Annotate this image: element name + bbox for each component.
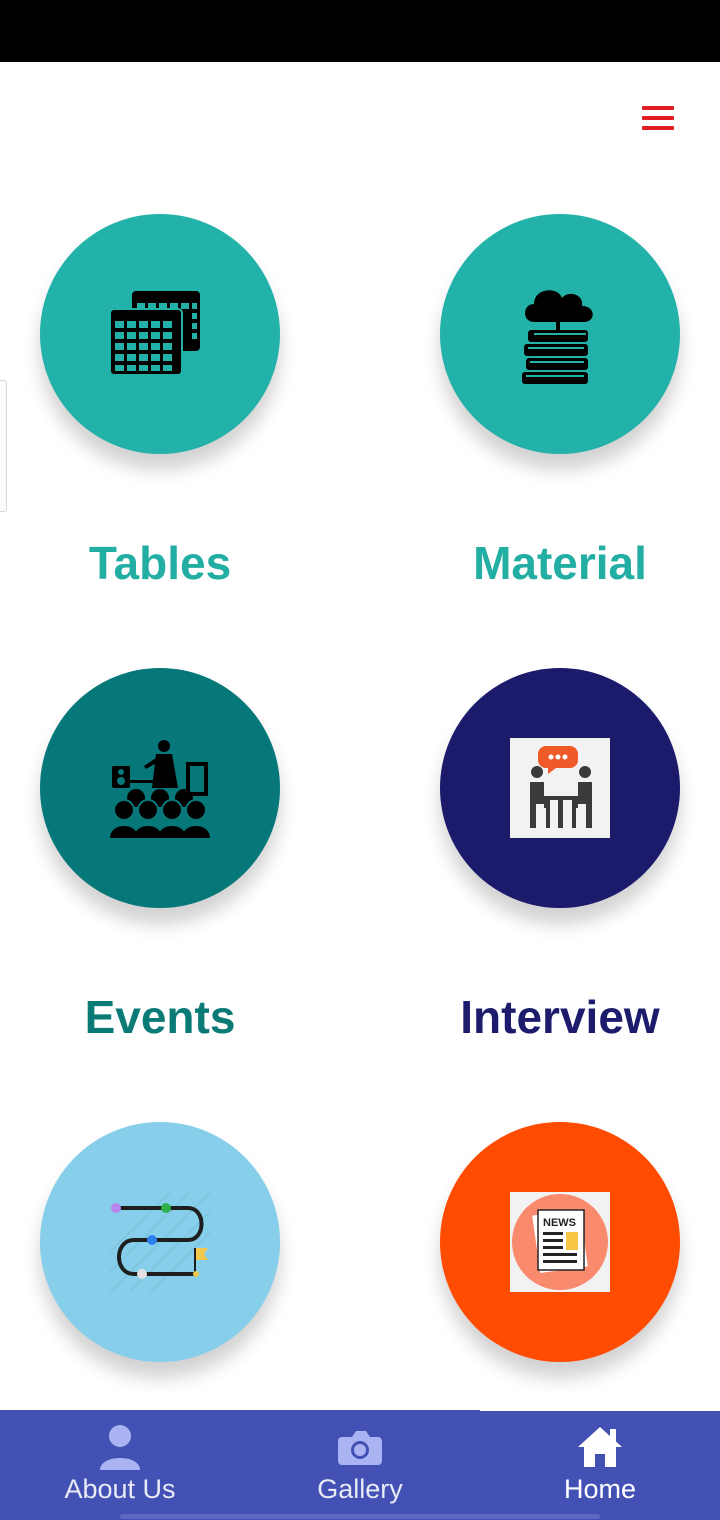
- presentation-audience-icon: [110, 740, 210, 838]
- tile-events[interactable]: Events: [40, 668, 280, 1043]
- nav-about-us[interactable]: About Us: [0, 1410, 240, 1520]
- roadmap-circle: [40, 1122, 280, 1362]
- bottom-navigation: About Us Gallery Home: [0, 1410, 720, 1520]
- news-circle: NEWS: [440, 1122, 680, 1362]
- nav-label: Gallery: [317, 1474, 403, 1504]
- nav-label: Home: [563, 1474, 637, 1504]
- interview-icon: [510, 738, 610, 838]
- material-circle: [440, 214, 680, 454]
- roadmap-icon: [110, 1192, 210, 1292]
- camera-icon: [240, 1422, 480, 1472]
- tile-tables[interactable]: Tables: [40, 214, 280, 589]
- hamburger-menu-icon[interactable]: [638, 100, 678, 140]
- nav-label: About Us: [64, 1474, 176, 1504]
- nav-gallery[interactable]: Gallery: [240, 1410, 480, 1520]
- tile-label: Material: [473, 537, 647, 589]
- tables-circle: [40, 214, 280, 454]
- gesture-bar: [120, 1514, 600, 1519]
- news-icon: NEWS: [510, 1192, 610, 1292]
- person-icon: [0, 1422, 240, 1472]
- tile-label: Interview: [460, 991, 660, 1043]
- nav-home[interactable]: Home: [480, 1410, 720, 1520]
- books-cloud-icon: [522, 290, 593, 384]
- svg-text:NEWS: NEWS: [543, 1217, 576, 1229]
- tile-roadmap[interactable]: [40, 1122, 280, 1362]
- tile-news[interactable]: NEWS: [440, 1122, 680, 1362]
- events-circle: [40, 668, 280, 908]
- tables-icon: [110, 291, 200, 376]
- interview-circle: [440, 668, 680, 908]
- scroll-indicator[interactable]: [0, 380, 7, 512]
- tile-interview[interactable]: Interview: [440, 668, 680, 1043]
- status-bar: [0, 0, 720, 62]
- selected-tab-indicator: [480, 1408, 720, 1411]
- tile-label: Tables: [88, 537, 232, 589]
- home-icon: [480, 1422, 720, 1472]
- tile-material[interactable]: Material: [440, 214, 680, 589]
- tile-label: Events: [84, 991, 236, 1043]
